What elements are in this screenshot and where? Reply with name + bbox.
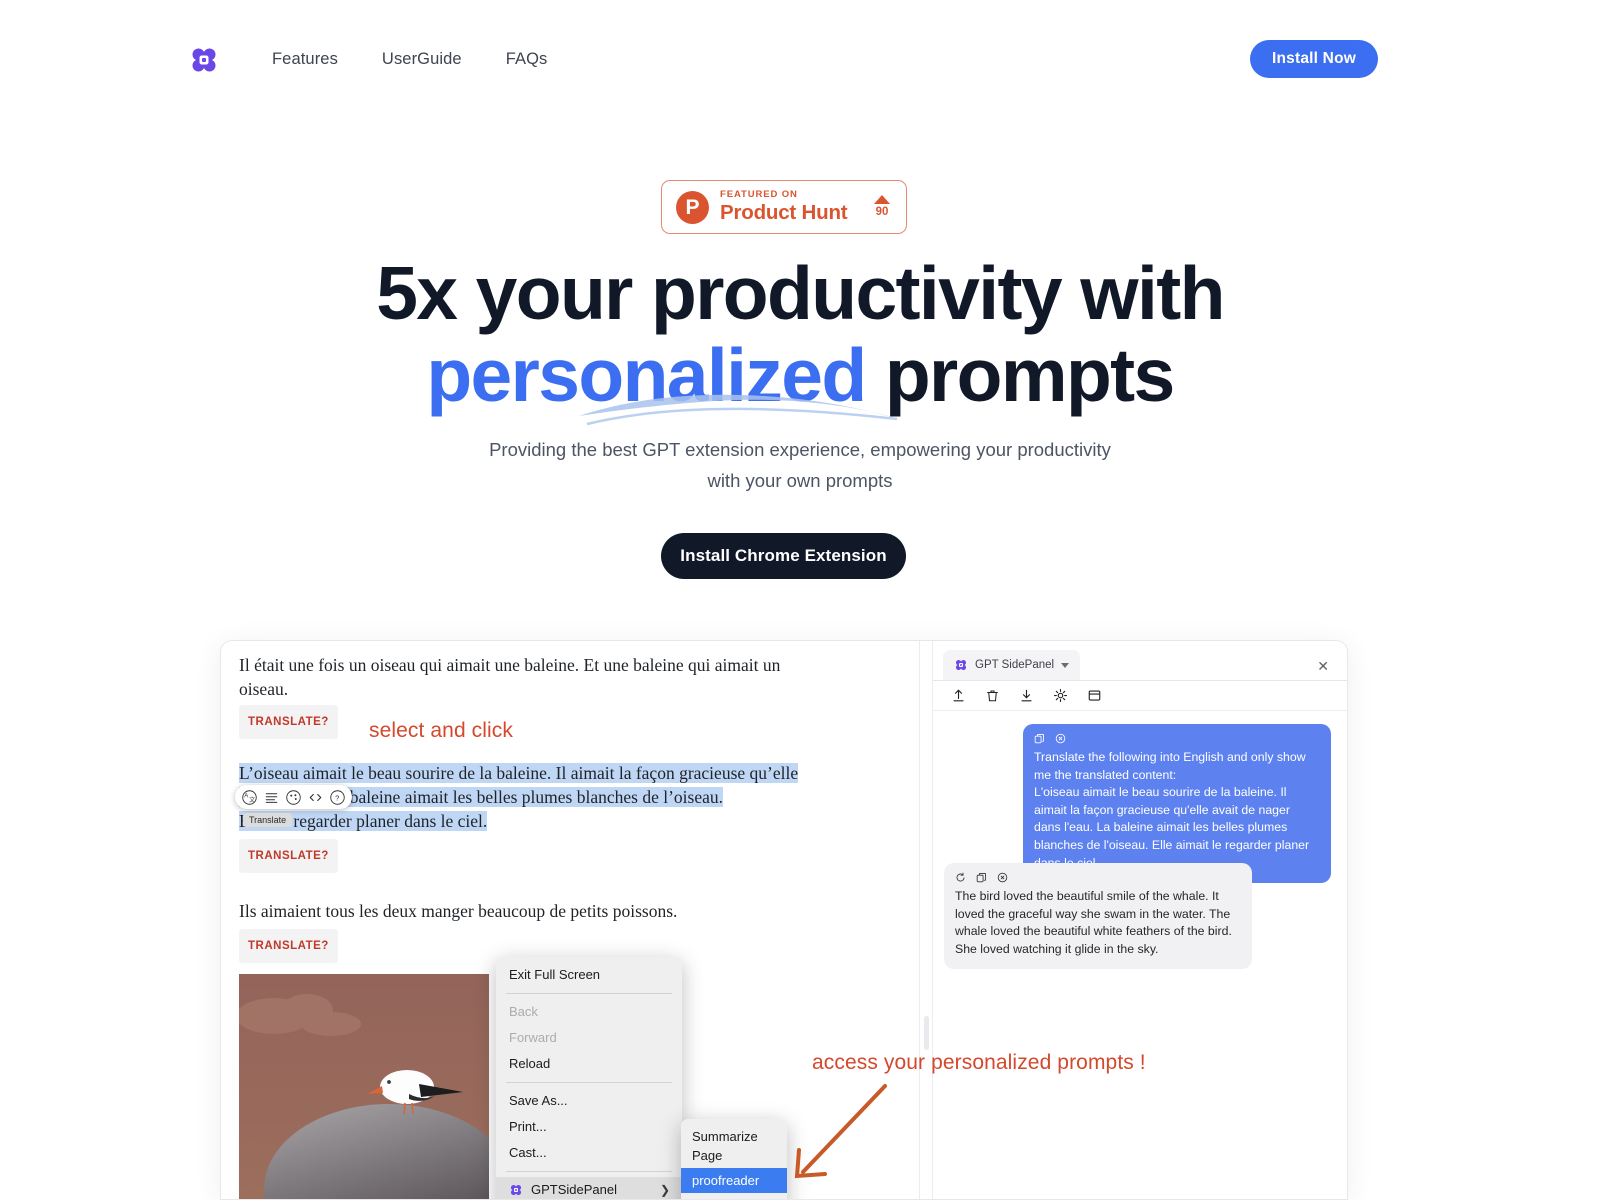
context-menu-label: Forward xyxy=(509,1030,557,1045)
gptsidepanel-icon xyxy=(510,1184,522,1196)
chat-message-user: Translate the following into English and… xyxy=(1023,724,1331,884)
trash-icon[interactable] xyxy=(985,688,1000,703)
gptsidepanel-submenu[interactable]: Summarize Page proofreader product analy… xyxy=(681,1119,787,1199)
annotation-access-prompts: access your personalized prompts ! xyxy=(812,1051,1146,1074)
pane-divider[interactable] xyxy=(919,641,933,1199)
context-menu-item-save-as[interactable]: Save As... xyxy=(496,1088,682,1114)
context-menu-label: Print... xyxy=(509,1119,547,1134)
submenu-arrow-icon: ❯ xyxy=(659,1183,670,1197)
pane-drag-handle[interactable] xyxy=(924,1016,929,1050)
nav-link-userguide[interactable]: UserGuide xyxy=(382,47,462,71)
download-icon[interactable] xyxy=(1019,688,1034,703)
translate-tag-2[interactable]: TRANSLATE? xyxy=(239,839,338,873)
context-menu-separator xyxy=(506,1082,672,1083)
brand-logo[interactable] xyxy=(188,44,220,76)
copy-icon[interactable] xyxy=(1034,733,1045,744)
svg-text:?: ? xyxy=(335,793,339,802)
hero-subtitle-line1: Providing the best GPT extension experie… xyxy=(489,439,1111,460)
underline-swoosh-icon xyxy=(579,394,901,426)
install-chrome-extension-button[interactable]: Install Chrome Extension xyxy=(661,533,906,579)
top-navigation: Features UserGuide FAQs Install Now xyxy=(0,0,1600,118)
context-menu-item-cast[interactable]: Cast... xyxy=(496,1140,682,1166)
assistant-message-actions xyxy=(955,872,1241,883)
submenu-item-proofreader[interactable]: proofreader xyxy=(681,1168,787,1193)
selected-text-4: t le regarder planer dans le ciel. xyxy=(267,811,488,831)
translate-tag-1[interactable]: TRANSLATE? xyxy=(239,705,338,739)
context-menu-item-forward: Forward xyxy=(496,1025,682,1051)
context-menu-label: Cast... xyxy=(509,1145,547,1160)
hero-title-line1: 5x your productivity with xyxy=(376,251,1225,335)
svg-text:文: 文 xyxy=(249,796,255,804)
submenu-item-summarize-page[interactable]: Summarize Page xyxy=(681,1124,787,1168)
side-panel-tab[interactable]: GPT SidePanel xyxy=(943,650,1081,680)
gpt-side-panel: GPT SidePanel ✕ Translate the following … xyxy=(933,641,1347,1199)
context-menu-label: GPTSidePanel xyxy=(531,1182,617,1197)
article-illustration xyxy=(239,974,489,1199)
product-hunt-badge[interactable]: P FEATURED ON Product Hunt 90 xyxy=(661,180,907,234)
browser-context-menu[interactable]: Exit Full Screen Back Forward Reload Sav… xyxy=(496,957,682,1199)
upvote-arrow-icon xyxy=(874,195,890,204)
bird-on-whale-illustration-icon xyxy=(239,974,489,1199)
translate-tag-3[interactable]: TRANSLATE? xyxy=(239,929,338,963)
badge-featured-label: FEATURED ON xyxy=(720,189,798,200)
article-paragraph-1: Il était une fois un oiseau qui aimait u… xyxy=(239,655,781,699)
hero-subtitle: Providing the best GPT extension experie… xyxy=(0,434,1600,496)
chevron-down-icon[interactable] xyxy=(1061,662,1070,668)
selection-floating-toolbar[interactable]: A 文 ? xyxy=(235,785,352,809)
close-circle-icon[interactable] xyxy=(1055,733,1066,744)
copy-icon[interactable] xyxy=(976,872,987,883)
article-paragraph-3: Ils aimaient tous les deux manger beauco… xyxy=(239,901,678,921)
refresh-icon[interactable] xyxy=(955,872,966,883)
context-menu-separator xyxy=(506,1171,672,1172)
context-menu-label: Back xyxy=(509,1004,538,1019)
nav-links: Features UserGuide FAQs xyxy=(272,47,547,71)
hero-subtitle-line2: with your own prompts xyxy=(707,470,893,491)
question-icon[interactable]: ? xyxy=(330,789,345,805)
side-panel-toolbar xyxy=(933,681,1347,711)
context-menu-item-exit-full-screen[interactable]: Exit Full Screen xyxy=(496,962,682,988)
panel-icon[interactable] xyxy=(1087,688,1102,703)
submenu-item-product-analysis[interactable]: product analysis xyxy=(681,1193,787,1199)
translate-tooltip: Translate xyxy=(243,813,293,827)
gear-icon[interactable] xyxy=(1053,688,1068,703)
user-message-text: Translate the following into English and… xyxy=(1034,750,1310,870)
badge-upvote-count: 90 xyxy=(875,206,889,218)
context-menu-item-gptsidepanel[interactable]: GPTSidePanel ❯ xyxy=(496,1177,682,1199)
assistant-message-text: The bird loved the beautiful smile of th… xyxy=(955,889,1232,956)
close-circle-icon[interactable] xyxy=(997,872,1008,883)
palette-icon[interactable] xyxy=(286,789,301,805)
context-menu-label: Exit Full Screen xyxy=(509,967,601,982)
install-now-button[interactable]: Install Now xyxy=(1249,40,1378,78)
product-hunt-mark-icon: P xyxy=(676,190,709,224)
badge-product-label: Product Hunt xyxy=(720,201,848,224)
article-body: Il était une fois un oiseau qui aimait u… xyxy=(239,653,799,967)
badge-upvote[interactable]: 90 xyxy=(874,195,892,219)
side-panel-tab-label: GPT SidePanel xyxy=(975,659,1055,671)
annotation-arrow-icon xyxy=(794,1084,887,1179)
context-menu-item-print[interactable]: Print... xyxy=(496,1114,682,1140)
chat-message-assistant: The bird loved the beautiful smile of th… xyxy=(944,863,1252,970)
product-hunt-text: FEATURED ON Product Hunt xyxy=(720,189,874,225)
nav-link-faqs[interactable]: FAQs xyxy=(506,47,548,71)
user-message-actions xyxy=(1034,733,1320,744)
side-panel-tabbar: GPT SidePanel ✕ xyxy=(933,650,1347,681)
hero-title-tail: prompts xyxy=(865,333,1175,417)
context-menu-item-back: Back xyxy=(496,999,682,1025)
upload-icon[interactable] xyxy=(951,688,966,703)
context-menu-separator xyxy=(506,993,672,994)
flower-atom-logo-icon xyxy=(955,659,967,671)
context-menu-label: Save As... xyxy=(509,1093,568,1108)
summarize-icon[interactable] xyxy=(264,790,279,805)
close-icon[interactable]: ✕ xyxy=(1317,658,1329,674)
svg-text:A: A xyxy=(244,793,248,799)
translate-icon[interactable]: A 文 xyxy=(242,789,257,805)
annotation-select-and-click: select and click xyxy=(369,719,513,742)
context-menu-item-reload[interactable]: Reload xyxy=(496,1051,682,1077)
flower-atom-logo-icon xyxy=(192,48,216,72)
demo-screenshot: Il était une fois un oiseau qui aimait u… xyxy=(220,640,1348,1200)
context-menu-label: Reload xyxy=(509,1056,551,1071)
nav-link-features[interactable]: Features xyxy=(272,47,338,71)
code-icon[interactable] xyxy=(308,790,323,805)
